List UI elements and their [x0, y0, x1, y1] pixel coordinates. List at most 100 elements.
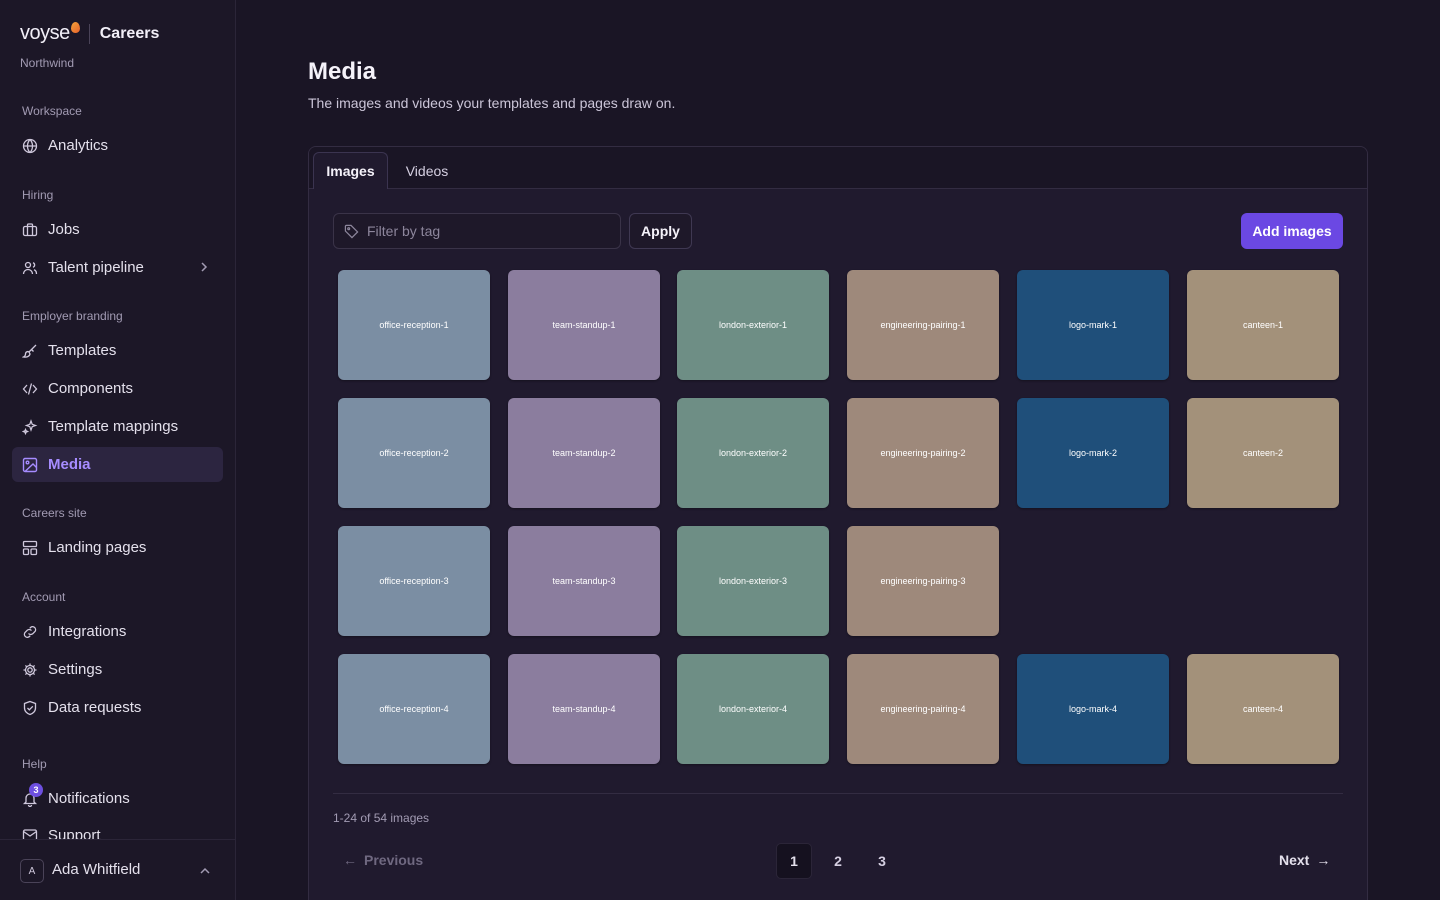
media-tile[interactable]: team-standup-1 — [508, 270, 660, 380]
media-tile[interactable]: engineering-pairing-1 — [847, 270, 999, 380]
media-tile-label: engineering-pairing-3 — [880, 576, 966, 586]
page-3-button[interactable]: 3 — [864, 843, 900, 879]
media-tile-label: london-exterior-2 — [718, 448, 788, 458]
nav-section-help: Help — [22, 757, 47, 771]
sidebar-item-data-requests[interactable]: Data requests — [12, 690, 223, 725]
sidebar-item-analytics[interactable]: Analytics — [12, 128, 223, 163]
nav-section-careers-site: Careers site — [22, 506, 87, 520]
add-images-button[interactable]: Add images — [1241, 213, 1343, 249]
shield-icon — [22, 700, 38, 716]
tag-filter-input[interactable] — [367, 223, 607, 239]
media-tile-label: team-standup-2 — [552, 448, 616, 458]
sidebar-item-label: Templates — [48, 342, 117, 359]
media-tile-label: engineering-pairing-2 — [880, 448, 966, 458]
brand[interactable]: voyse Careers — [20, 22, 159, 45]
users-icon — [22, 260, 38, 276]
avatar: A — [20, 859, 44, 883]
sidebar-item-templates[interactable]: Templates — [12, 333, 223, 368]
media-tile-label: office-reception-3 — [379, 576, 449, 586]
media-panel: Images Videos Apply Add images office-re… — [308, 146, 1368, 900]
image-grid: office-reception-1 team-standup-1 london-e… — [338, 270, 1339, 764]
sidebar-item-label: Jobs — [48, 221, 80, 238]
sidebar-item-jobs[interactable]: Jobs — [12, 212, 223, 247]
tab-videos[interactable]: Videos — [395, 152, 459, 189]
user-name: Ada Whitfield — [52, 861, 141, 878]
media-tile-label: logo-mark-4 — [1068, 704, 1117, 714]
link-icon — [22, 624, 38, 640]
media-tile[interactable]: london-exterior-3 — [677, 526, 829, 636]
media-tile[interactable]: team-standup-4 — [508, 654, 660, 764]
media-tile[interactable]: office-reception-3 — [338, 526, 490, 636]
media-tile[interactable]: canteen-2 — [1187, 398, 1339, 508]
media-tile[interactable]: london-exterior-1 — [677, 270, 829, 380]
chevron-up-icon — [200, 867, 210, 874]
media-tile[interactable]: office-reception-2 — [338, 398, 490, 508]
results-count: 1-24 of 54 images — [333, 811, 430, 825]
media-tile[interactable]: engineering-pairing-2 — [847, 398, 999, 508]
media-tile[interactable]: london-exterior-2 — [677, 398, 829, 508]
image-icon — [22, 457, 38, 473]
previous-page-button[interactable]: ← Previous — [343, 852, 423, 868]
media-tile-label: london-exterior-4 — [718, 704, 788, 714]
media-tile-label: london-exterior-3 — [718, 576, 788, 586]
sidebar-item-template-mappings[interactable]: Template mappings — [12, 409, 223, 444]
globe-icon — [22, 138, 38, 154]
media-tile[interactable]: logo-mark-1 — [1017, 270, 1169, 380]
sidebar-item-integrations[interactable]: Integrations — [12, 614, 223, 649]
media-tile-label: engineering-pairing-4 — [880, 704, 966, 714]
nav-section-account: Account — [22, 590, 66, 604]
next-page-button[interactable]: Next → — [1279, 852, 1330, 868]
page-2-button[interactable]: 2 — [820, 843, 856, 879]
sidebar-item-support[interactable]: Support — [12, 819, 223, 839]
brand-product: Careers — [99, 24, 160, 42]
gear-icon — [22, 662, 38, 678]
nav-section-workspace: Workspace — [22, 104, 82, 118]
org-name: Northwind — [20, 56, 75, 70]
sidebar-item-label: Landing pages — [48, 539, 147, 556]
sidebar-item-label: Template mappings — [48, 418, 179, 435]
sidebar-item-label: Analytics — [48, 137, 109, 154]
tab-images[interactable]: Images — [313, 152, 388, 189]
nav-section-employer-branding: Employer branding — [22, 309, 123, 323]
sidebar-item-label: Media — [48, 456, 91, 473]
sidebar-item-label: Support — [48, 827, 101, 839]
notification-count-badge: 3 — [29, 783, 43, 797]
media-tile[interactable]: office-reception-4 — [338, 654, 490, 764]
media-tile[interactable]: team-standup-3 — [508, 526, 660, 636]
media-tile-label: team-standup-1 — [552, 320, 616, 330]
mail-icon — [22, 827, 38, 839]
sidebar-item-talent-pipeline[interactable]: Talent pipeline — [12, 250, 223, 285]
tab-bar: Images Videos — [309, 147, 1367, 189]
media-tile[interactable]: office-reception-1 — [338, 270, 490, 380]
media-tile-label: office-reception-4 — [379, 704, 449, 714]
nav-section-hiring: Hiring — [22, 188, 54, 202]
sidebar-item-label: Notifications — [48, 790, 130, 807]
sidebar-item-label: Settings — [48, 661, 103, 678]
page-title: Media — [308, 58, 377, 85]
sidebar-item-components[interactable]: Components — [12, 371, 223, 406]
media-tile[interactable]: london-exterior-4 — [677, 654, 829, 764]
media-tile[interactable]: engineering-pairing-3 — [847, 526, 999, 636]
media-tile[interactable]: team-standup-2 — [508, 398, 660, 508]
media-tile-label: canteen-1 — [1242, 320, 1284, 330]
page-1-button[interactable]: 1 — [776, 843, 812, 879]
sidebar-item-media[interactable]: Media — [12, 447, 223, 482]
briefcase-icon — [22, 222, 38, 238]
media-tile[interactable]: logo-mark-2 — [1017, 398, 1169, 508]
media-tile[interactable]: logo-mark-4 — [1017, 654, 1169, 764]
next-label: Next — [1279, 852, 1310, 868]
user-menu[interactable]: A Ada Whitfield — [0, 839, 235, 900]
brand-divider — [88, 23, 90, 44]
brush-icon — [22, 343, 38, 359]
media-tile[interactable]: canteen-4 — [1187, 654, 1339, 764]
media-tile-label: london-exterior-1 — [718, 320, 788, 330]
sidebar-item-landing-pages[interactable]: Landing pages — [12, 530, 223, 565]
media-tile-label: office-reception-2 — [379, 448, 449, 458]
media-tile[interactable]: engineering-pairing-4 — [847, 654, 999, 764]
media-tile-label: office-reception-1 — [379, 320, 449, 330]
apply-button[interactable]: Apply — [629, 213, 692, 249]
media-tile[interactable]: canteen-1 — [1187, 270, 1339, 380]
sidebar-item-settings[interactable]: Settings — [12, 652, 223, 687]
sidebar-item-label: Integrations — [48, 623, 127, 640]
sidebar-item-notifications[interactable]: 3 Notifications — [12, 781, 223, 816]
